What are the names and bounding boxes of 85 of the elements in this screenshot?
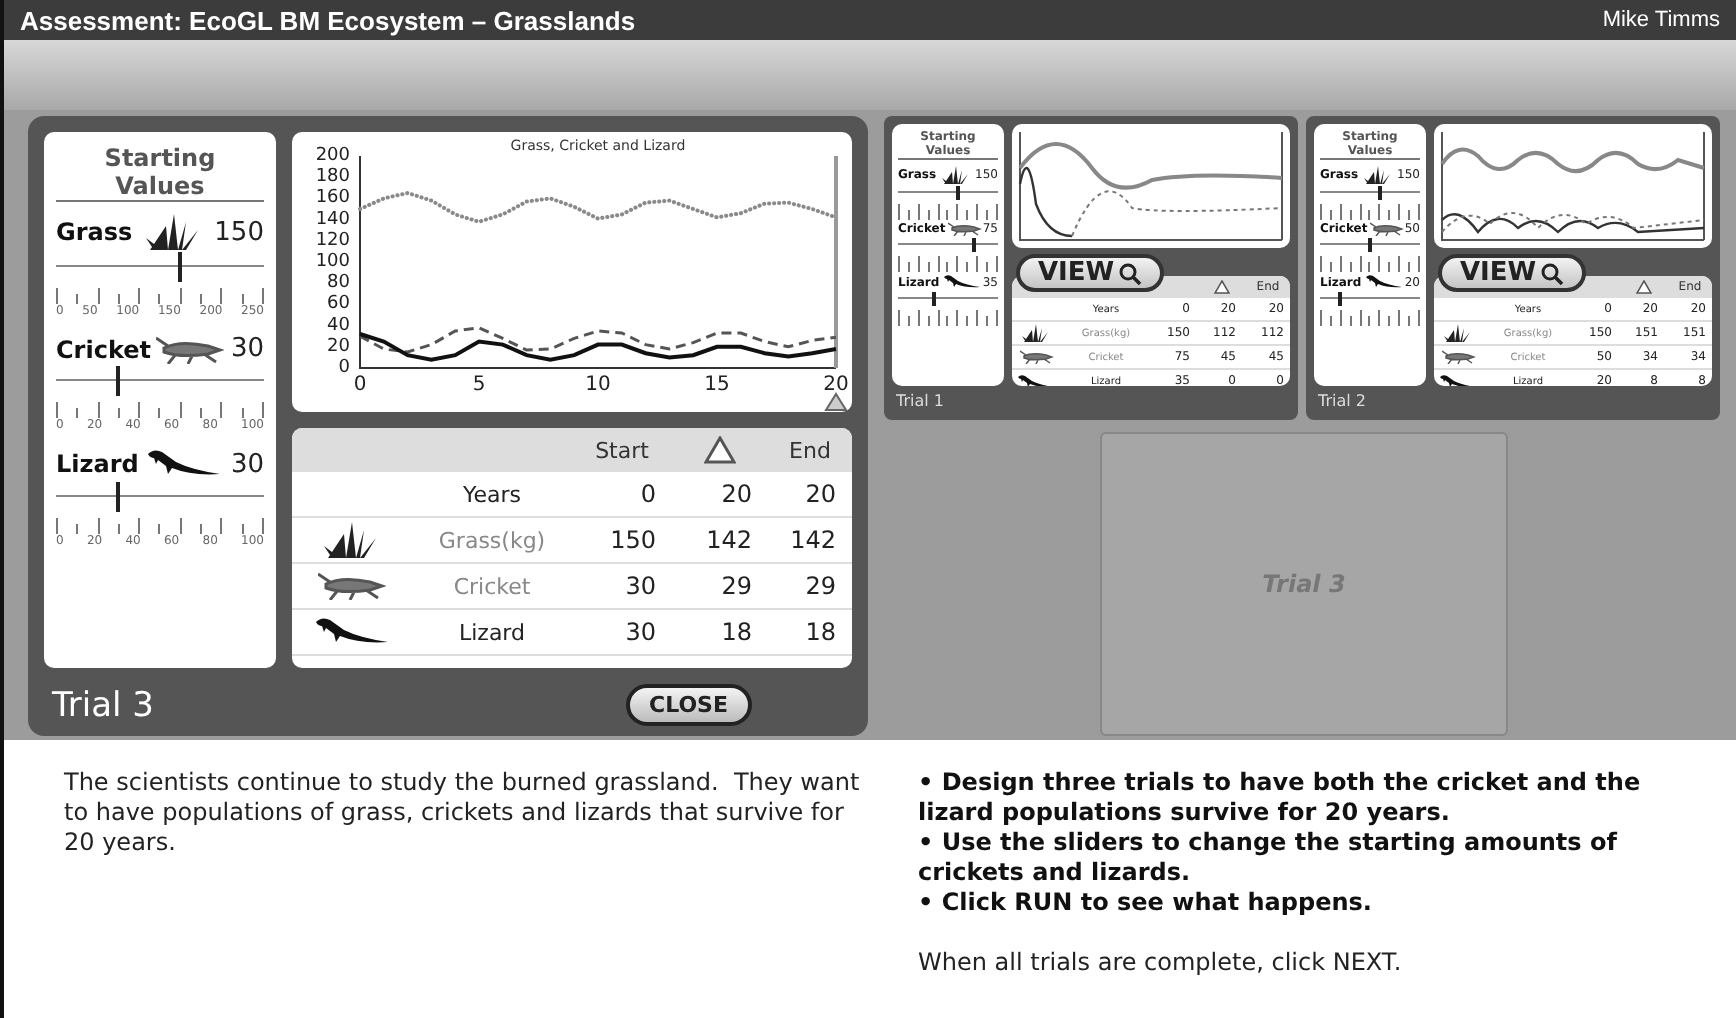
table-cell-text: 29 [719, 572, 754, 600]
column-header: Start [593, 437, 651, 463]
row-label: Cricket [451, 573, 533, 599]
grass-icon [1363, 166, 1392, 184]
lizard-icon [1365, 274, 1402, 290]
table-cell-text: 18 [719, 618, 754, 646]
window-title: Assessment: EcoGL BM Ecosystem – Grasslands [20, 5, 636, 35]
table-cell-text: 18 [803, 618, 838, 646]
y-tick-label: 20 [327, 336, 350, 357]
y-tick-label: 180 [315, 167, 350, 188]
user-name: Mike Timms [1602, 8, 1720, 32]
slider-track[interactable] [898, 238, 998, 252]
row-label: Lizard [456, 619, 527, 645]
lizard-icon [148, 448, 221, 480]
slider-label: Grass [56, 218, 133, 246]
table-cell-text: 20 [803, 480, 838, 508]
table-cell-text: 142 [788, 526, 838, 554]
slider-track[interactable] [1320, 238, 1420, 252]
instruction-item: • Click RUN to see what happens. [918, 888, 1374, 918]
cricket-icon [318, 572, 386, 600]
lizard-icon [316, 616, 388, 648]
y-tick-label: 60 [327, 294, 350, 315]
time-marker-icon[interactable] [824, 392, 848, 411]
delta-icon [1213, 280, 1229, 294]
slider-track[interactable] [898, 292, 998, 306]
slider-label: Cricket [56, 335, 151, 363]
trial-label: Trial 1 [894, 390, 946, 410]
trial-label: Trial 2 [1316, 390, 1368, 410]
row-label: Grass(kg) [436, 527, 548, 553]
table-cell-text: 150 [608, 526, 658, 554]
slider-value: 150 [214, 217, 264, 247]
delta-icon [704, 436, 736, 464]
y-tick-label: 100 [315, 252, 350, 272]
slider-track[interactable] [898, 186, 998, 200]
column-header: End [787, 437, 833, 463]
search-icon [1540, 261, 1565, 285]
y-tick-label: 120 [315, 230, 350, 251]
slider-value: 30 [230, 334, 264, 364]
cricket-icon [947, 222, 982, 236]
description-text: The scientists continue to study the burned grassland. They want to have populations of grass, crickets and lizards that survive for 20 years. [64, 768, 862, 860]
slider-value: 30 [230, 449, 264, 479]
x-tick-label: 0 [353, 374, 367, 396]
grass-icon [145, 214, 202, 250]
x-tick-label: 10 [585, 374, 611, 396]
view-button[interactable]: VIEW [1016, 254, 1165, 292]
instruction-item: • Use the sliders to change the starting amounts of crickets and lizards. [918, 828, 1620, 888]
slider-label: Lizard [56, 450, 139, 478]
table-cell-text: 30 [623, 572, 658, 600]
trial-label: Trial 3 [52, 685, 154, 725]
cricket-icon [156, 335, 225, 363]
grass-icon [1022, 324, 1050, 342]
table-cell-text: 20 [719, 480, 754, 508]
y-tick-label: 140 [315, 209, 350, 230]
grass-icon [1444, 324, 1472, 342]
table-cell-text: 30 [623, 618, 658, 646]
table-cell-text: 142 [704, 526, 754, 554]
instruction-note: When all trials are complete, click NEXT. [918, 948, 1404, 978]
cricket-icon [1019, 350, 1053, 364]
delta-icon [1635, 280, 1651, 294]
grass-icon [941, 166, 970, 184]
y-tick-label: 80 [327, 273, 350, 294]
y-tick-label: 160 [315, 188, 350, 209]
close-button[interactable]: CLOSE [625, 684, 752, 726]
x-tick-label: 5 [472, 374, 486, 396]
slider-thumb[interactable] [178, 252, 183, 282]
cricket-icon [1441, 350, 1475, 364]
search-icon [1118, 261, 1143, 285]
grass-icon [324, 522, 380, 558]
lizard-icon [943, 274, 980, 290]
slider-track[interactable] [1320, 292, 1420, 306]
slider-track[interactable] [1320, 186, 1420, 200]
slider-thumb[interactable] [116, 366, 121, 396]
starting-values-title: Starting Values [56, 144, 264, 202]
row-label: Years [460, 481, 524, 507]
y-tick-label: 200 [315, 146, 350, 166]
cricket-icon [1369, 222, 1404, 236]
view-button[interactable]: VIEW [1438, 254, 1587, 292]
table-cell-text: 0 [638, 480, 658, 508]
slider-thumb[interactable] [116, 482, 121, 512]
x-tick-label: 15 [704, 374, 730, 396]
y-tick-label: 40 [327, 315, 350, 336]
table-cell-text: 29 [803, 572, 838, 600]
y-tick-label: 0 [338, 358, 350, 378]
x-tick-label: 20 [823, 374, 849, 396]
instruction-item: • Design three trials to have both the cricket and the lizard populations survive for 20 years. [918, 768, 1643, 828]
